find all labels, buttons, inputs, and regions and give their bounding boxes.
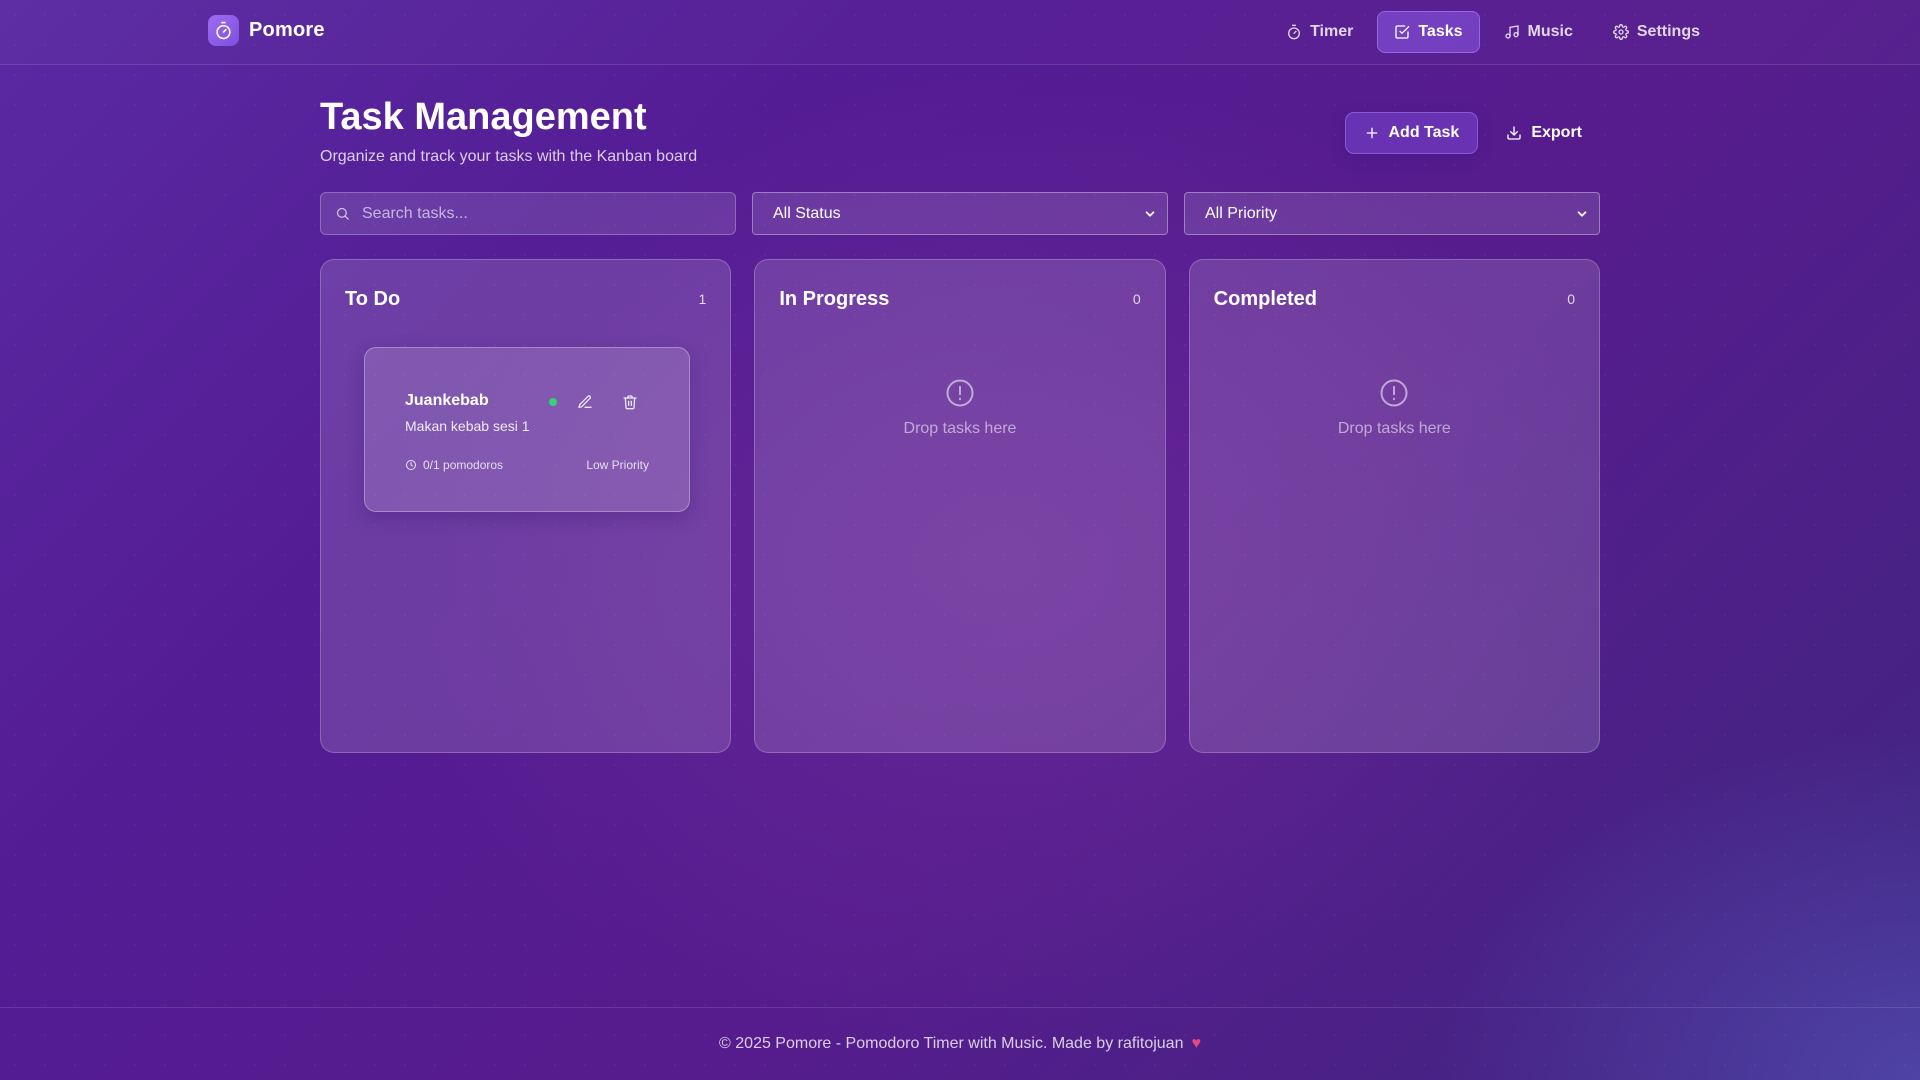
status-filter-value: All Status: [773, 204, 841, 222]
empty-state: Drop tasks here: [1190, 378, 1599, 438]
chevron-down-icon: [1577, 210, 1587, 217]
task-pomodoros: 0/1 pomodoros: [405, 458, 503, 472]
column-completed[interactable]: Completed 0 Drop tasks here: [1188, 259, 1600, 753]
page-subtitle: Organize and track your tasks with the K…: [320, 148, 698, 165]
check-square-icon: [1395, 25, 1410, 39]
column-title: In Progress: [779, 288, 890, 310]
add-task-label: Add Task: [1388, 124, 1460, 141]
page-title: Task Management: [320, 96, 647, 138]
search-input[interactable]: [362, 204, 702, 223]
empty-state-text: Drop tasks here: [903, 420, 1017, 437]
nav-settings-label: Settings: [1636, 23, 1700, 40]
task-card[interactable]: Juankebab Makan kebab sesi 1 0/1 pomodor…: [364, 347, 690, 512]
footer-text: © 2025 Pomore - Pomodoro Timer with Musi…: [719, 1035, 1184, 1052]
edit-pencil-icon[interactable]: [577, 394, 593, 410]
export-button[interactable]: Export: [1488, 112, 1600, 154]
filter-bar: All Status All Priority: [320, 192, 1600, 235]
footer: © 2025 Pomore - Pomodoro Timer with Musi…: [0, 1007, 1920, 1080]
add-task-button[interactable]: Add Task: [1344, 112, 1479, 154]
nav-music-label: Music: [1527, 23, 1573, 40]
nav-music[interactable]: Music: [1488, 11, 1589, 53]
top-navbar: Pomore Timer Tasks Music Settings: [0, 0, 1920, 65]
gear-icon: [1612, 24, 1629, 40]
alert-circle-icon: [1380, 379, 1408, 407]
status-dot-icon: [549, 398, 557, 406]
timer-icon: [1288, 24, 1301, 40]
task-title: Juankebab: [405, 392, 489, 409]
export-label: Export: [1531, 124, 1582, 141]
stopwatch-logo-icon: [208, 15, 239, 46]
empty-state-text: Drop tasks here: [1337, 420, 1451, 437]
task-pomodoros-label: 0/1 pomodoros: [423, 458, 504, 472]
task-description: Makan kebab sesi 1: [405, 418, 530, 434]
clock-icon: [406, 460, 416, 470]
nav-tasks-label: Tasks: [1418, 23, 1463, 40]
page-actions: Add Task Export: [1344, 112, 1601, 154]
app-name: Pomore: [249, 19, 325, 41]
trash-icon[interactable]: [622, 394, 638, 410]
alert-circle-icon: [946, 379, 974, 407]
nav-tasks[interactable]: Tasks: [1377, 11, 1480, 53]
plus-icon: [1366, 127, 1377, 139]
search-box[interactable]: [320, 192, 736, 235]
chevron-down-icon: [1145, 210, 1155, 217]
brand[interactable]: Pomore: [208, 15, 325, 46]
column-title: Completed: [1213, 288, 1317, 310]
priority-filter-value: All Priority: [1205, 204, 1278, 222]
nav-settings[interactable]: Settings: [1597, 11, 1716, 53]
music-note-icon: [1504, 25, 1519, 39]
column-count: 1: [698, 291, 707, 307]
status-filter-select[interactable]: All Status: [752, 192, 1168, 235]
nav-timer-label: Timer: [1310, 23, 1354, 40]
kanban-board: To Do 1 Juankebab Makan kebab sesi 1 0/1…: [320, 259, 1600, 753]
column-count: 0: [1132, 291, 1141, 307]
column-title: To Do: [345, 288, 401, 310]
empty-state: Drop tasks here: [755, 378, 1164, 438]
task-priority: Low Priority: [586, 458, 649, 472]
nav-timer[interactable]: Timer: [1270, 11, 1369, 53]
column-count: 0: [1567, 291, 1575, 307]
search-icon: [336, 207, 349, 220]
priority-filter-select[interactable]: All Priority: [1184, 192, 1600, 235]
column-todo[interactable]: To Do 1 Juankebab Makan kebab sesi 1 0/1…: [320, 259, 732, 753]
heart-icon: ♥: [1191, 1035, 1201, 1052]
main-nav: Timer Tasks Music Settings: [1270, 11, 1716, 53]
download-icon: [1507, 126, 1521, 140]
column-in-progress[interactable]: In Progress 0 Drop tasks here: [754, 259, 1166, 753]
